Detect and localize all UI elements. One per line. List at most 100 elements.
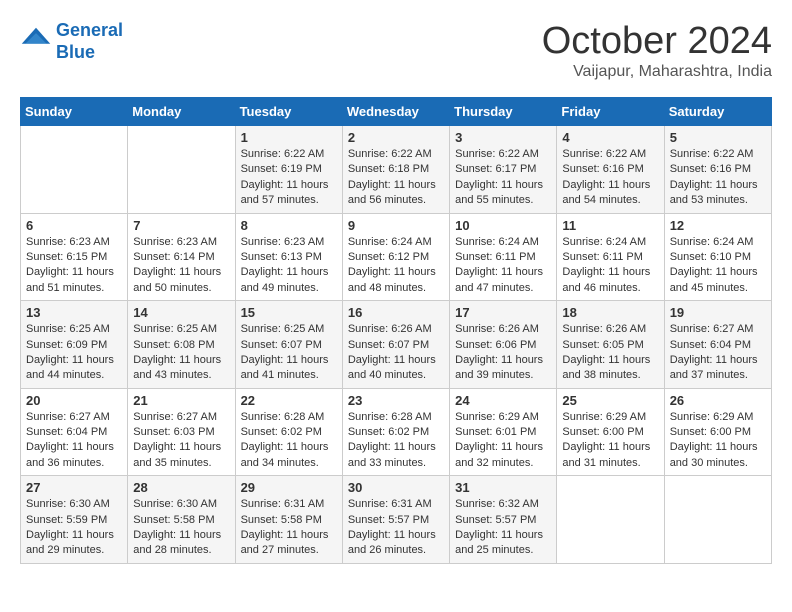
day-number: 22 <box>241 393 337 408</box>
day-number: 26 <box>670 393 766 408</box>
calendar-cell: 29 Sunrise: 6:31 AMSunset: 5:58 PMDaylig… <box>235 476 342 564</box>
calendar-cell: 15 Sunrise: 6:25 AMSunset: 6:07 PMDaylig… <box>235 301 342 389</box>
page-header: General Blue October 2024 Vaijapur, Maha… <box>20 20 772 81</box>
day-number: 10 <box>455 218 551 233</box>
calendar-cell: 13 Sunrise: 6:25 AMSunset: 6:09 PMDaylig… <box>21 301 128 389</box>
cell-sunrise: Sunrise: 6:23 AMSunset: 6:15 PMDaylight:… <box>26 236 114 294</box>
day-number: 30 <box>348 480 444 495</box>
logo-line1: General <box>56 20 123 40</box>
day-number: 9 <box>348 218 444 233</box>
day-number: 21 <box>133 393 229 408</box>
calendar-cell: 27 Sunrise: 6:30 AMSunset: 5:59 PMDaylig… <box>21 476 128 564</box>
calendar-week-4: 20 Sunrise: 6:27 AMSunset: 6:04 PMDaylig… <box>21 388 772 476</box>
cell-sunrise: Sunrise: 6:27 AMSunset: 6:04 PMDaylight:… <box>26 411 114 469</box>
day-number: 25 <box>562 393 658 408</box>
cell-sunrise: Sunrise: 6:26 AMSunset: 6:07 PMDaylight:… <box>348 323 436 381</box>
calendar-cell: 10 Sunrise: 6:24 AMSunset: 6:11 PMDaylig… <box>450 213 557 301</box>
day-number: 14 <box>133 305 229 320</box>
cell-sunrise: Sunrise: 6:25 AMSunset: 6:08 PMDaylight:… <box>133 323 221 381</box>
cell-sunrise: Sunrise: 6:22 AMSunset: 6:16 PMDaylight:… <box>562 148 650 206</box>
calendar-cell: 4 Sunrise: 6:22 AMSunset: 6:16 PMDayligh… <box>557 126 664 214</box>
calendar-cell: 22 Sunrise: 6:28 AMSunset: 6:02 PMDaylig… <box>235 388 342 476</box>
day-number: 31 <box>455 480 551 495</box>
day-number: 15 <box>241 305 337 320</box>
calendar-cell: 30 Sunrise: 6:31 AMSunset: 5:57 PMDaylig… <box>342 476 449 564</box>
cell-sunrise: Sunrise: 6:27 AMSunset: 6:04 PMDaylight:… <box>670 323 758 381</box>
calendar-cell: 26 Sunrise: 6:29 AMSunset: 6:00 PMDaylig… <box>664 388 771 476</box>
calendar-cell: 17 Sunrise: 6:26 AMSunset: 6:06 PMDaylig… <box>450 301 557 389</box>
cell-sunrise: Sunrise: 6:28 AMSunset: 6:02 PMDaylight:… <box>348 411 436 469</box>
calendar-cell <box>557 476 664 564</box>
calendar-cell <box>664 476 771 564</box>
cell-sunrise: Sunrise: 6:26 AMSunset: 6:06 PMDaylight:… <box>455 323 543 381</box>
day-number: 4 <box>562 130 658 145</box>
calendar-cell: 7 Sunrise: 6:23 AMSunset: 6:14 PMDayligh… <box>128 213 235 301</box>
cell-sunrise: Sunrise: 6:25 AMSunset: 6:07 PMDaylight:… <box>241 323 329 381</box>
cell-sunrise: Sunrise: 6:24 AMSunset: 6:11 PMDaylight:… <box>455 236 543 294</box>
cell-sunrise: Sunrise: 6:26 AMSunset: 6:05 PMDaylight:… <box>562 323 650 381</box>
month-title: October 2024 <box>542 20 772 63</box>
logo-icon <box>20 26 52 58</box>
day-number: 5 <box>670 130 766 145</box>
cell-sunrise: Sunrise: 6:22 AMSunset: 6:18 PMDaylight:… <box>348 148 436 206</box>
calendar-cell: 9 Sunrise: 6:24 AMSunset: 6:12 PMDayligh… <box>342 213 449 301</box>
calendar-cell: 19 Sunrise: 6:27 AMSunset: 6:04 PMDaylig… <box>664 301 771 389</box>
calendar-cell: 28 Sunrise: 6:30 AMSunset: 5:58 PMDaylig… <box>128 476 235 564</box>
header-wednesday: Wednesday <box>342 98 449 126</box>
calendar-cell: 12 Sunrise: 6:24 AMSunset: 6:10 PMDaylig… <box>664 213 771 301</box>
cell-sunrise: Sunrise: 6:30 AMSunset: 5:59 PMDaylight:… <box>26 498 114 556</box>
calendar-cell: 18 Sunrise: 6:26 AMSunset: 6:05 PMDaylig… <box>557 301 664 389</box>
cell-sunrise: Sunrise: 6:23 AMSunset: 6:14 PMDaylight:… <box>133 236 221 294</box>
header-tuesday: Tuesday <box>235 98 342 126</box>
day-number: 16 <box>348 305 444 320</box>
calendar-cell: 24 Sunrise: 6:29 AMSunset: 6:01 PMDaylig… <box>450 388 557 476</box>
header-thursday: Thursday <box>450 98 557 126</box>
calendar-table: SundayMondayTuesdayWednesdayThursdayFrid… <box>20 97 772 564</box>
calendar-cell: 3 Sunrise: 6:22 AMSunset: 6:17 PMDayligh… <box>450 126 557 214</box>
day-number: 17 <box>455 305 551 320</box>
cell-sunrise: Sunrise: 6:27 AMSunset: 6:03 PMDaylight:… <box>133 411 221 469</box>
calendar-cell: 1 Sunrise: 6:22 AMSunset: 6:19 PMDayligh… <box>235 126 342 214</box>
calendar-cell <box>21 126 128 214</box>
location-subtitle: Vaijapur, Maharashtra, India <box>542 63 772 81</box>
calendar-week-3: 13 Sunrise: 6:25 AMSunset: 6:09 PMDaylig… <box>21 301 772 389</box>
day-number: 1 <box>241 130 337 145</box>
day-number: 2 <box>348 130 444 145</box>
calendar-cell: 25 Sunrise: 6:29 AMSunset: 6:00 PMDaylig… <box>557 388 664 476</box>
calendar-cell: 14 Sunrise: 6:25 AMSunset: 6:08 PMDaylig… <box>128 301 235 389</box>
day-number: 8 <box>241 218 337 233</box>
calendar-cell: 20 Sunrise: 6:27 AMSunset: 6:04 PMDaylig… <box>21 388 128 476</box>
calendar-cell: 23 Sunrise: 6:28 AMSunset: 6:02 PMDaylig… <box>342 388 449 476</box>
cell-sunrise: Sunrise: 6:30 AMSunset: 5:58 PMDaylight:… <box>133 498 221 556</box>
header-saturday: Saturday <box>664 98 771 126</box>
day-number: 13 <box>26 305 122 320</box>
header-sunday: Sunday <box>21 98 128 126</box>
calendar-cell: 5 Sunrise: 6:22 AMSunset: 6:16 PMDayligh… <box>664 126 771 214</box>
cell-sunrise: Sunrise: 6:22 AMSunset: 6:17 PMDaylight:… <box>455 148 543 206</box>
calendar-week-2: 6 Sunrise: 6:23 AMSunset: 6:15 PMDayligh… <box>21 213 772 301</box>
calendar-cell: 11 Sunrise: 6:24 AMSunset: 6:11 PMDaylig… <box>557 213 664 301</box>
day-number: 20 <box>26 393 122 408</box>
header-monday: Monday <box>128 98 235 126</box>
cell-sunrise: Sunrise: 6:24 AMSunset: 6:12 PMDaylight:… <box>348 236 436 294</box>
cell-sunrise: Sunrise: 6:22 AMSunset: 6:16 PMDaylight:… <box>670 148 758 206</box>
cell-sunrise: Sunrise: 6:23 AMSunset: 6:13 PMDaylight:… <box>241 236 329 294</box>
cell-sunrise: Sunrise: 6:24 AMSunset: 6:11 PMDaylight:… <box>562 236 650 294</box>
day-number: 3 <box>455 130 551 145</box>
day-number: 27 <box>26 480 122 495</box>
calendar-cell: 2 Sunrise: 6:22 AMSunset: 6:18 PMDayligh… <box>342 126 449 214</box>
day-number: 28 <box>133 480 229 495</box>
cell-sunrise: Sunrise: 6:32 AMSunset: 5:57 PMDaylight:… <box>455 498 543 556</box>
cell-sunrise: Sunrise: 6:29 AMSunset: 6:01 PMDaylight:… <box>455 411 543 469</box>
day-number: 29 <box>241 480 337 495</box>
calendar-cell: 31 Sunrise: 6:32 AMSunset: 5:57 PMDaylig… <box>450 476 557 564</box>
logo: General Blue <box>20 20 123 63</box>
cell-sunrise: Sunrise: 6:28 AMSunset: 6:02 PMDaylight:… <box>241 411 329 469</box>
day-number: 12 <box>670 218 766 233</box>
day-number: 11 <box>562 218 658 233</box>
calendar-cell <box>128 126 235 214</box>
day-number: 6 <box>26 218 122 233</box>
calendar-cell: 8 Sunrise: 6:23 AMSunset: 6:13 PMDayligh… <box>235 213 342 301</box>
day-number: 7 <box>133 218 229 233</box>
day-number: 19 <box>670 305 766 320</box>
